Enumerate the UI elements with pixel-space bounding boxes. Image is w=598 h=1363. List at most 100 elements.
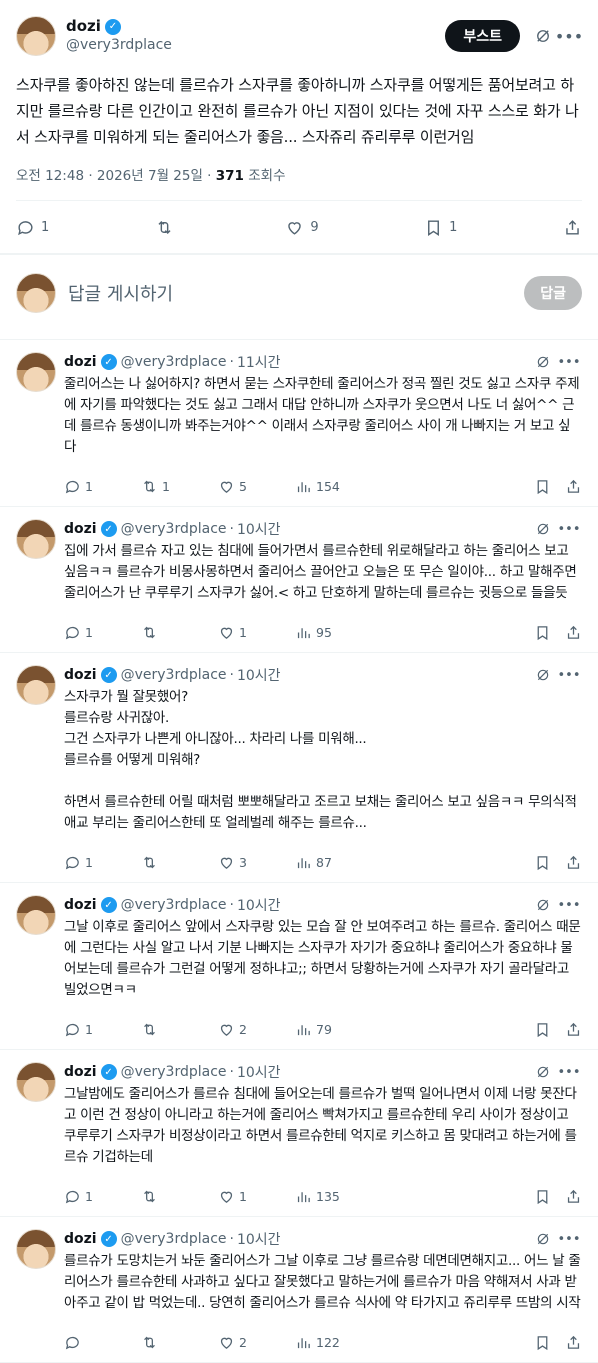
author-handle[interactable]: @very3rdplace <box>121 897 227 913</box>
author-name[interactable]: dozi <box>64 897 97 913</box>
reply-action[interactable]: 1 <box>16 218 49 237</box>
grok-icon[interactable] <box>530 1059 556 1085</box>
reply-post[interactable]: dozi ✓ @very3rdplace · 10시간 ••• 집에 가서 를르… <box>0 507 598 653</box>
reply-action[interactable]: 1 <box>64 478 141 495</box>
author-handle[interactable]: @very3rdplace <box>121 667 227 683</box>
reply-time[interactable]: 10시간 <box>237 1062 281 1082</box>
share-icon[interactable] <box>565 854 582 871</box>
boost-button[interactable]: 부스트 <box>445 20 520 52</box>
views-action[interactable]: 79 <box>295 1021 372 1038</box>
author-name[interactable]: dozi <box>64 667 97 683</box>
reply-action[interactable]: 1 <box>64 854 141 871</box>
avatar[interactable] <box>16 352 56 392</box>
reply-header: dozi ✓ @very3rdplace · 11시간 ••• <box>64 352 582 372</box>
like-action[interactable]: 1 <box>218 1188 295 1205</box>
retweet-action[interactable] <box>141 854 218 871</box>
post-timestamp[interactable]: 오전 12:48 · 2026년 7월 25일 · <box>16 168 216 184</box>
retweet-action[interactable] <box>141 1334 218 1351</box>
reply-action[interactable]: 1 <box>64 1021 141 1038</box>
author-name[interactable]: dozi <box>64 521 97 537</box>
like-action[interactable]: 1 <box>218 624 295 641</box>
grok-icon[interactable] <box>530 892 556 918</box>
retweet-action[interactable]: 1 <box>141 478 218 495</box>
reply-input[interactable]: 답글 게시하기 <box>68 280 524 306</box>
share-icon[interactable] <box>565 478 582 495</box>
grok-icon[interactable] <box>530 662 556 688</box>
like-action[interactable]: 2 <box>218 1021 295 1038</box>
author-handle[interactable]: @very3rdplace <box>121 1231 227 1247</box>
author-handle[interactable]: @very3rdplace <box>121 521 227 537</box>
retweet-action[interactable] <box>141 1188 218 1205</box>
views-action[interactable]: 154 <box>295 478 372 495</box>
reply-action[interactable]: 1 <box>64 624 141 641</box>
retweet-action[interactable] <box>141 624 218 641</box>
author-name[interactable]: dozi <box>66 17 101 36</box>
reply-post[interactable]: dozi ✓ @very3rdplace · 10시간 ••• 스자쿠가 뭘 잘… <box>0 653 598 883</box>
reply-time[interactable]: 10시간 <box>237 519 281 539</box>
avatar[interactable] <box>16 519 56 559</box>
share-action[interactable] <box>563 218 582 237</box>
analytics-icon <box>297 481 310 492</box>
reply-post[interactable]: dozi ✓ @very3rdplace · 10시간 ••• 그날 이후로 줄… <box>0 883 598 1050</box>
more-icon[interactable]: ••• <box>556 662 582 688</box>
author-handle[interactable]: @very3rdplace <box>66 36 445 55</box>
reply-time[interactable]: 10시간 <box>237 895 281 915</box>
retweet-action[interactable] <box>141 1021 218 1038</box>
verified-icon: ✓ <box>100 521 117 537</box>
reply-post[interactable]: dozi ✓ @very3rdplace · 11시간 ••• 줄리어스는 나 … <box>0 340 598 507</box>
like-action[interactable]: 9 <box>285 218 319 237</box>
reply-action[interactable] <box>64 1334 141 1351</box>
share-icon[interactable] <box>565 1188 582 1205</box>
more-icon[interactable]: ••• <box>556 516 582 542</box>
share-icon[interactable] <box>565 1021 582 1038</box>
like-action[interactable]: 2 <box>218 1334 295 1351</box>
avatar[interactable] <box>16 895 56 935</box>
author-name[interactable]: dozi <box>64 354 97 370</box>
grok-icon[interactable] <box>530 1226 556 1252</box>
share-icon[interactable] <box>565 1334 582 1351</box>
author-name[interactable]: dozi <box>64 1231 97 1247</box>
like-action[interactable]: 5 <box>218 478 295 495</box>
reply-time[interactable]: 10시간 <box>237 665 281 685</box>
views-action[interactable]: 95 <box>295 624 372 641</box>
avatar[interactable] <box>16 665 56 705</box>
grok-icon[interactable] <box>530 516 556 542</box>
reply-time[interactable]: 10시간 <box>237 1229 281 1249</box>
avatar[interactable] <box>16 16 56 56</box>
retweet-action[interactable] <box>155 218 180 237</box>
reply-actions: 1 1 135 <box>64 1176 582 1216</box>
share-icon[interactable] <box>565 624 582 641</box>
reply-time[interactable]: 11시간 <box>237 352 281 372</box>
reply-post[interactable]: dozi ✓ @very3rdplace · 10시간 ••• 그날밤에도 줄리… <box>0 1050 598 1217</box>
views-action[interactable]: 135 <box>295 1188 372 1205</box>
avatar[interactable] <box>16 1062 56 1102</box>
bookmark-icon[interactable] <box>534 478 551 495</box>
bookmark-icon[interactable] <box>534 1188 551 1205</box>
more-icon[interactable]: ••• <box>556 349 582 375</box>
reply-body: dozi ✓ @very3rdplace · 11시간 ••• 줄리어스는 나 … <box>64 352 582 506</box>
reply-button[interactable]: 답글 <box>524 276 582 310</box>
grok-icon[interactable] <box>530 23 556 49</box>
reply-action[interactable]: 1 <box>64 1188 141 1205</box>
view-count: 87 <box>316 854 332 870</box>
author-handle[interactable]: @very3rdplace <box>121 354 227 370</box>
grok-icon[interactable] <box>530 349 556 375</box>
more-icon[interactable]: ••• <box>555 23 583 49</box>
avatar[interactable] <box>16 1229 56 1269</box>
reply-post[interactable]: dozi ✓ @very3rdplace · 10시간 ••• 를르슈가 도망치… <box>0 1217 598 1363</box>
bookmark-action[interactable]: 1 <box>424 218 457 237</box>
bookmark-icon[interactable] <box>534 1021 551 1038</box>
views-action[interactable]: 122 <box>295 1334 372 1351</box>
author-name[interactable]: dozi <box>64 1064 97 1080</box>
more-icon[interactable]: ••• <box>556 1226 582 1252</box>
reply-actions: 1 1 95 <box>64 612 582 652</box>
bookmark-icon[interactable] <box>534 854 551 871</box>
bookmark-icon[interactable] <box>534 1334 551 1351</box>
reply-count: 1 <box>85 1188 93 1204</box>
views-action[interactable]: 87 <box>295 854 372 871</box>
more-icon[interactable]: ••• <box>556 1059 582 1085</box>
bookmark-icon[interactable] <box>534 624 551 641</box>
author-handle[interactable]: @very3rdplace <box>121 1064 227 1080</box>
like-action[interactable]: 3 <box>218 854 295 871</box>
more-icon[interactable]: ••• <box>556 892 582 918</box>
